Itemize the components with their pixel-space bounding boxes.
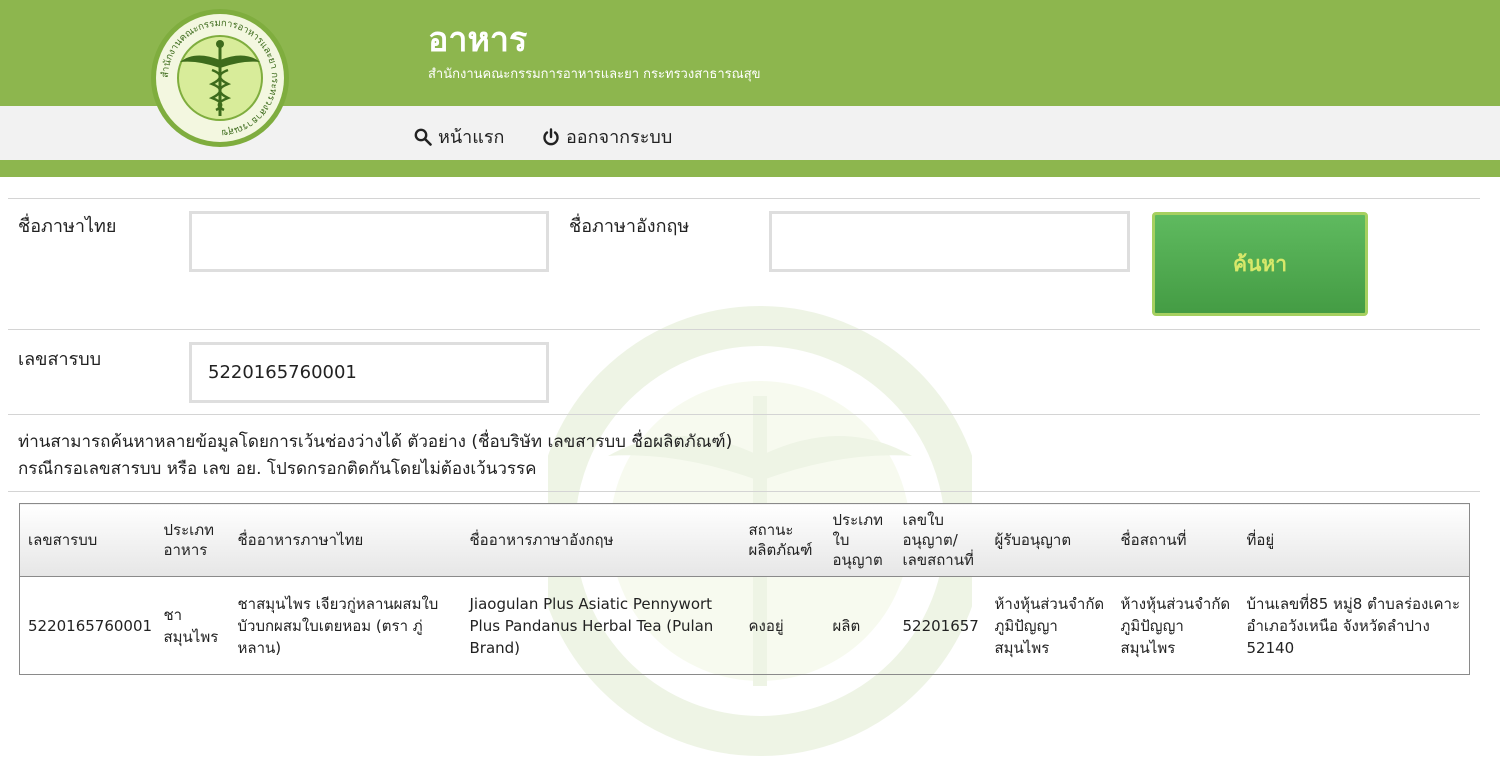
english-name-cell: Jiaogulan Plus Asiatic Pennywort Plus Pa… <box>469 594 714 657</box>
table-row[interactable]: 5220165760001 ชาสมุนไพร ชาสมุนไพร เจียวก… <box>20 577 1470 675</box>
reg-no-label: เลขสารบบ <box>18 349 102 370</box>
divider <box>8 414 1480 415</box>
column-header: เลขใบอนุญาต/เลขสถานที่ <box>894 503 987 577</box>
english-name-input[interactable] <box>769 211 1130 272</box>
column-header: ชื่อสถานที่ <box>1112 503 1239 577</box>
search-hint-line-2: กรณีกรอเลขสารบบ หรือ เลข อย. โปรดกรอกติด… <box>18 459 537 479</box>
search-hint-line-1: ท่านสามารถค้นหาหลายข้อมูลโดยการเว้นช่องว… <box>18 432 733 452</box>
license-type-cell: ผลิต <box>832 616 861 635</box>
place-name-cell: ห้างหุ้นส่วนจำกัด ภูมิปัญญาสมุนไพร <box>1120 594 1231 657</box>
thai-name-cell: ชาสมุนไพร เจียวกู่หลานผสมใบบัวบกผสมใบเตย… <box>237 594 439 657</box>
nav-home-link[interactable]: หน้าแรก <box>414 122 504 151</box>
address-cell: บ้านเลขที่85 หมู่8 ตำบลร่องเคาะ อำเภอวัง… <box>1246 594 1461 657</box>
column-header: ประเภทอาหาร <box>155 503 230 577</box>
nav-home-label: หน้าแรก <box>438 127 505 148</box>
table-header-row: เลขสารบบ ประเภทอาหาร ชื่ออาหารภาษาไทย ชื… <box>19 503 1470 577</box>
food-type-cell: ชาสมุนไพร <box>163 605 219 646</box>
power-icon <box>543 127 559 145</box>
column-header: ประเภทใบอนุญาต <box>824 503 895 577</box>
column-header: ที่อยู่ <box>1238 503 1470 577</box>
header-bottom-strip <box>0 160 1500 177</box>
divider <box>8 198 1480 199</box>
search-button[interactable]: ค้นหา <box>1152 212 1368 316</box>
divider <box>8 491 1480 492</box>
thai-name-input[interactable] <box>189 211 549 272</box>
nav-logout-link[interactable]: ออกจากระบบ <box>542 122 672 151</box>
divider <box>8 329 1480 330</box>
site-title: อาหาร <box>428 20 528 60</box>
licensee-cell: ห้างหุ้นส่วนจำกัด ภูมิปัญญาสมุนไพร <box>994 594 1105 657</box>
column-header: เลขสารบบ <box>19 503 156 577</box>
column-header: ชื่ออาหารภาษาไทย <box>229 503 462 577</box>
site-subtitle: สำนักงานคณะกรรมการอาหารและยา กระทรวงสาธา… <box>428 67 761 82</box>
fda-logo: สำนักงานคณะกรรมการอาหารและยา กระทรวงสาธา… <box>151 9 289 147</box>
reg-no-input[interactable] <box>189 342 549 403</box>
english-name-label: ชื่อภาษาอังกฤษ <box>569 216 690 237</box>
nav-logout-label: ออกจากระบบ <box>566 127 673 148</box>
thai-name-label: ชื่อภาษาไทย <box>18 216 117 237</box>
column-header: ชื่ออาหารภาษาอังกฤษ <box>461 503 741 577</box>
license-no-cell: 52201657 <box>902 616 979 635</box>
column-header: สถานะผลิตภัณฑ์ <box>740 503 825 577</box>
column-header: ผู้รับอนุญาต <box>986 503 1113 577</box>
results-table: เลขสารบบ ประเภทอาหาร ชื่ออาหารภาษาไทย ชื… <box>19 503 1470 675</box>
status-cell: คงอยู่ <box>748 616 784 635</box>
reg-no-cell: 5220165760001 <box>28 616 153 635</box>
search-icon <box>414 128 432 146</box>
